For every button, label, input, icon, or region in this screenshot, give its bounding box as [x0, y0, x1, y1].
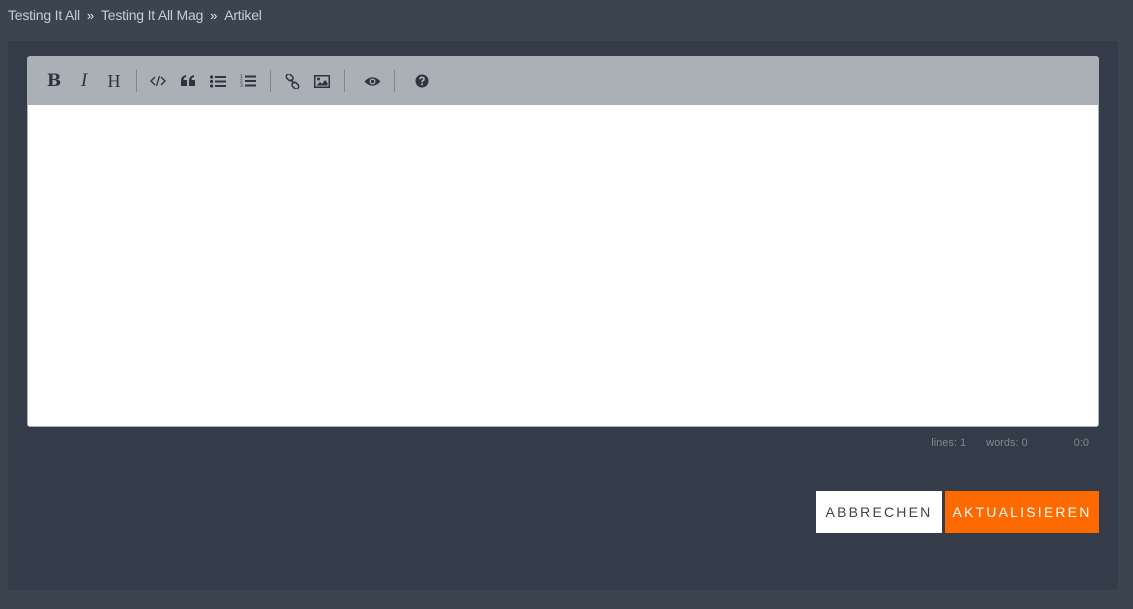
quote-icon: [180, 75, 195, 86]
breadcrumb-separator: »: [86, 7, 94, 23]
unordered-list-icon: [210, 74, 226, 88]
ordered-list-icon: 1 2 3: [240, 74, 256, 88]
content-panel: B I H 1 2 3 lines: 1 words: 0 0:0 ABBREC…: [8, 41, 1118, 590]
code-button[interactable]: [143, 66, 173, 96]
breadcrumb-item-testing-it-all-mag[interactable]: Testing It All Mag: [101, 7, 203, 23]
image-icon: [314, 74, 330, 88]
word-count: words: 0: [986, 437, 1028, 449]
bold-icon: B: [46, 71, 62, 91]
toolbar-divider: [394, 70, 395, 92]
markdown-editor: B I H 1 2 3: [27, 56, 1099, 427]
breadcrumb: Testing It All » Testing It All Mag » Ar…: [8, 6, 262, 24]
code-icon: [150, 75, 166, 87]
italic-icon: I: [80, 70, 88, 91]
breadcrumb-separator: »: [210, 7, 218, 23]
ordered-list-button[interactable]: 1 2 3: [233, 66, 263, 96]
svg-text:3: 3: [240, 83, 243, 88]
italic-button[interactable]: I: [69, 66, 99, 96]
editor-text-area[interactable]: [28, 105, 1098, 425]
cancel-button[interactable]: ABBRECHEN: [816, 491, 942, 533]
toolbar-divider: [270, 70, 271, 92]
link-icon: [285, 73, 299, 89]
cursor-position: 0:0: [1073, 437, 1089, 449]
quote-button[interactable]: [173, 66, 203, 96]
preview-button[interactable]: [357, 66, 387, 96]
link-button[interactable]: [277, 66, 307, 96]
editor-toolbar: B I H 1 2 3: [28, 57, 1098, 105]
image-button[interactable]: [307, 66, 337, 96]
line-count: lines: 1: [931, 437, 967, 449]
heading-button[interactable]: H: [99, 66, 129, 96]
editor-statusbar: lines: 1 words: 0 0:0: [931, 437, 1089, 449]
question-circle-icon: [415, 74, 429, 88]
toolbar-divider: [344, 70, 345, 92]
toolbar-divider: [136, 70, 137, 92]
breadcrumb-item-artikel: Artikel: [224, 7, 262, 23]
eye-icon: [364, 76, 380, 86]
guide-button[interactable]: [407, 66, 437, 96]
heading-icon: H: [107, 70, 121, 91]
bold-button[interactable]: B: [39, 66, 69, 96]
breadcrumb-item-testing-it-all[interactable]: Testing It All: [8, 7, 80, 23]
unordered-list-button[interactable]: [203, 66, 233, 96]
update-button[interactable]: AKTUALISIEREN: [945, 491, 1099, 533]
